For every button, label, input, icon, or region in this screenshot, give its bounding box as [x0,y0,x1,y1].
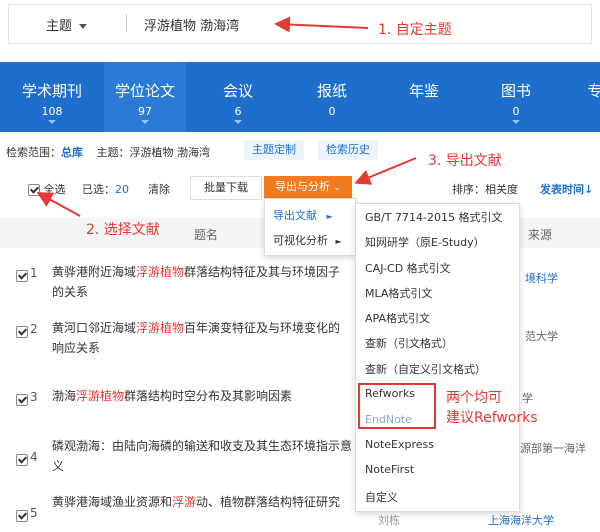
annotation-arrows [36,16,417,217]
arrow-3 [354,157,417,185]
arrow-2 [36,192,81,217]
arrow-1 [274,16,369,33]
